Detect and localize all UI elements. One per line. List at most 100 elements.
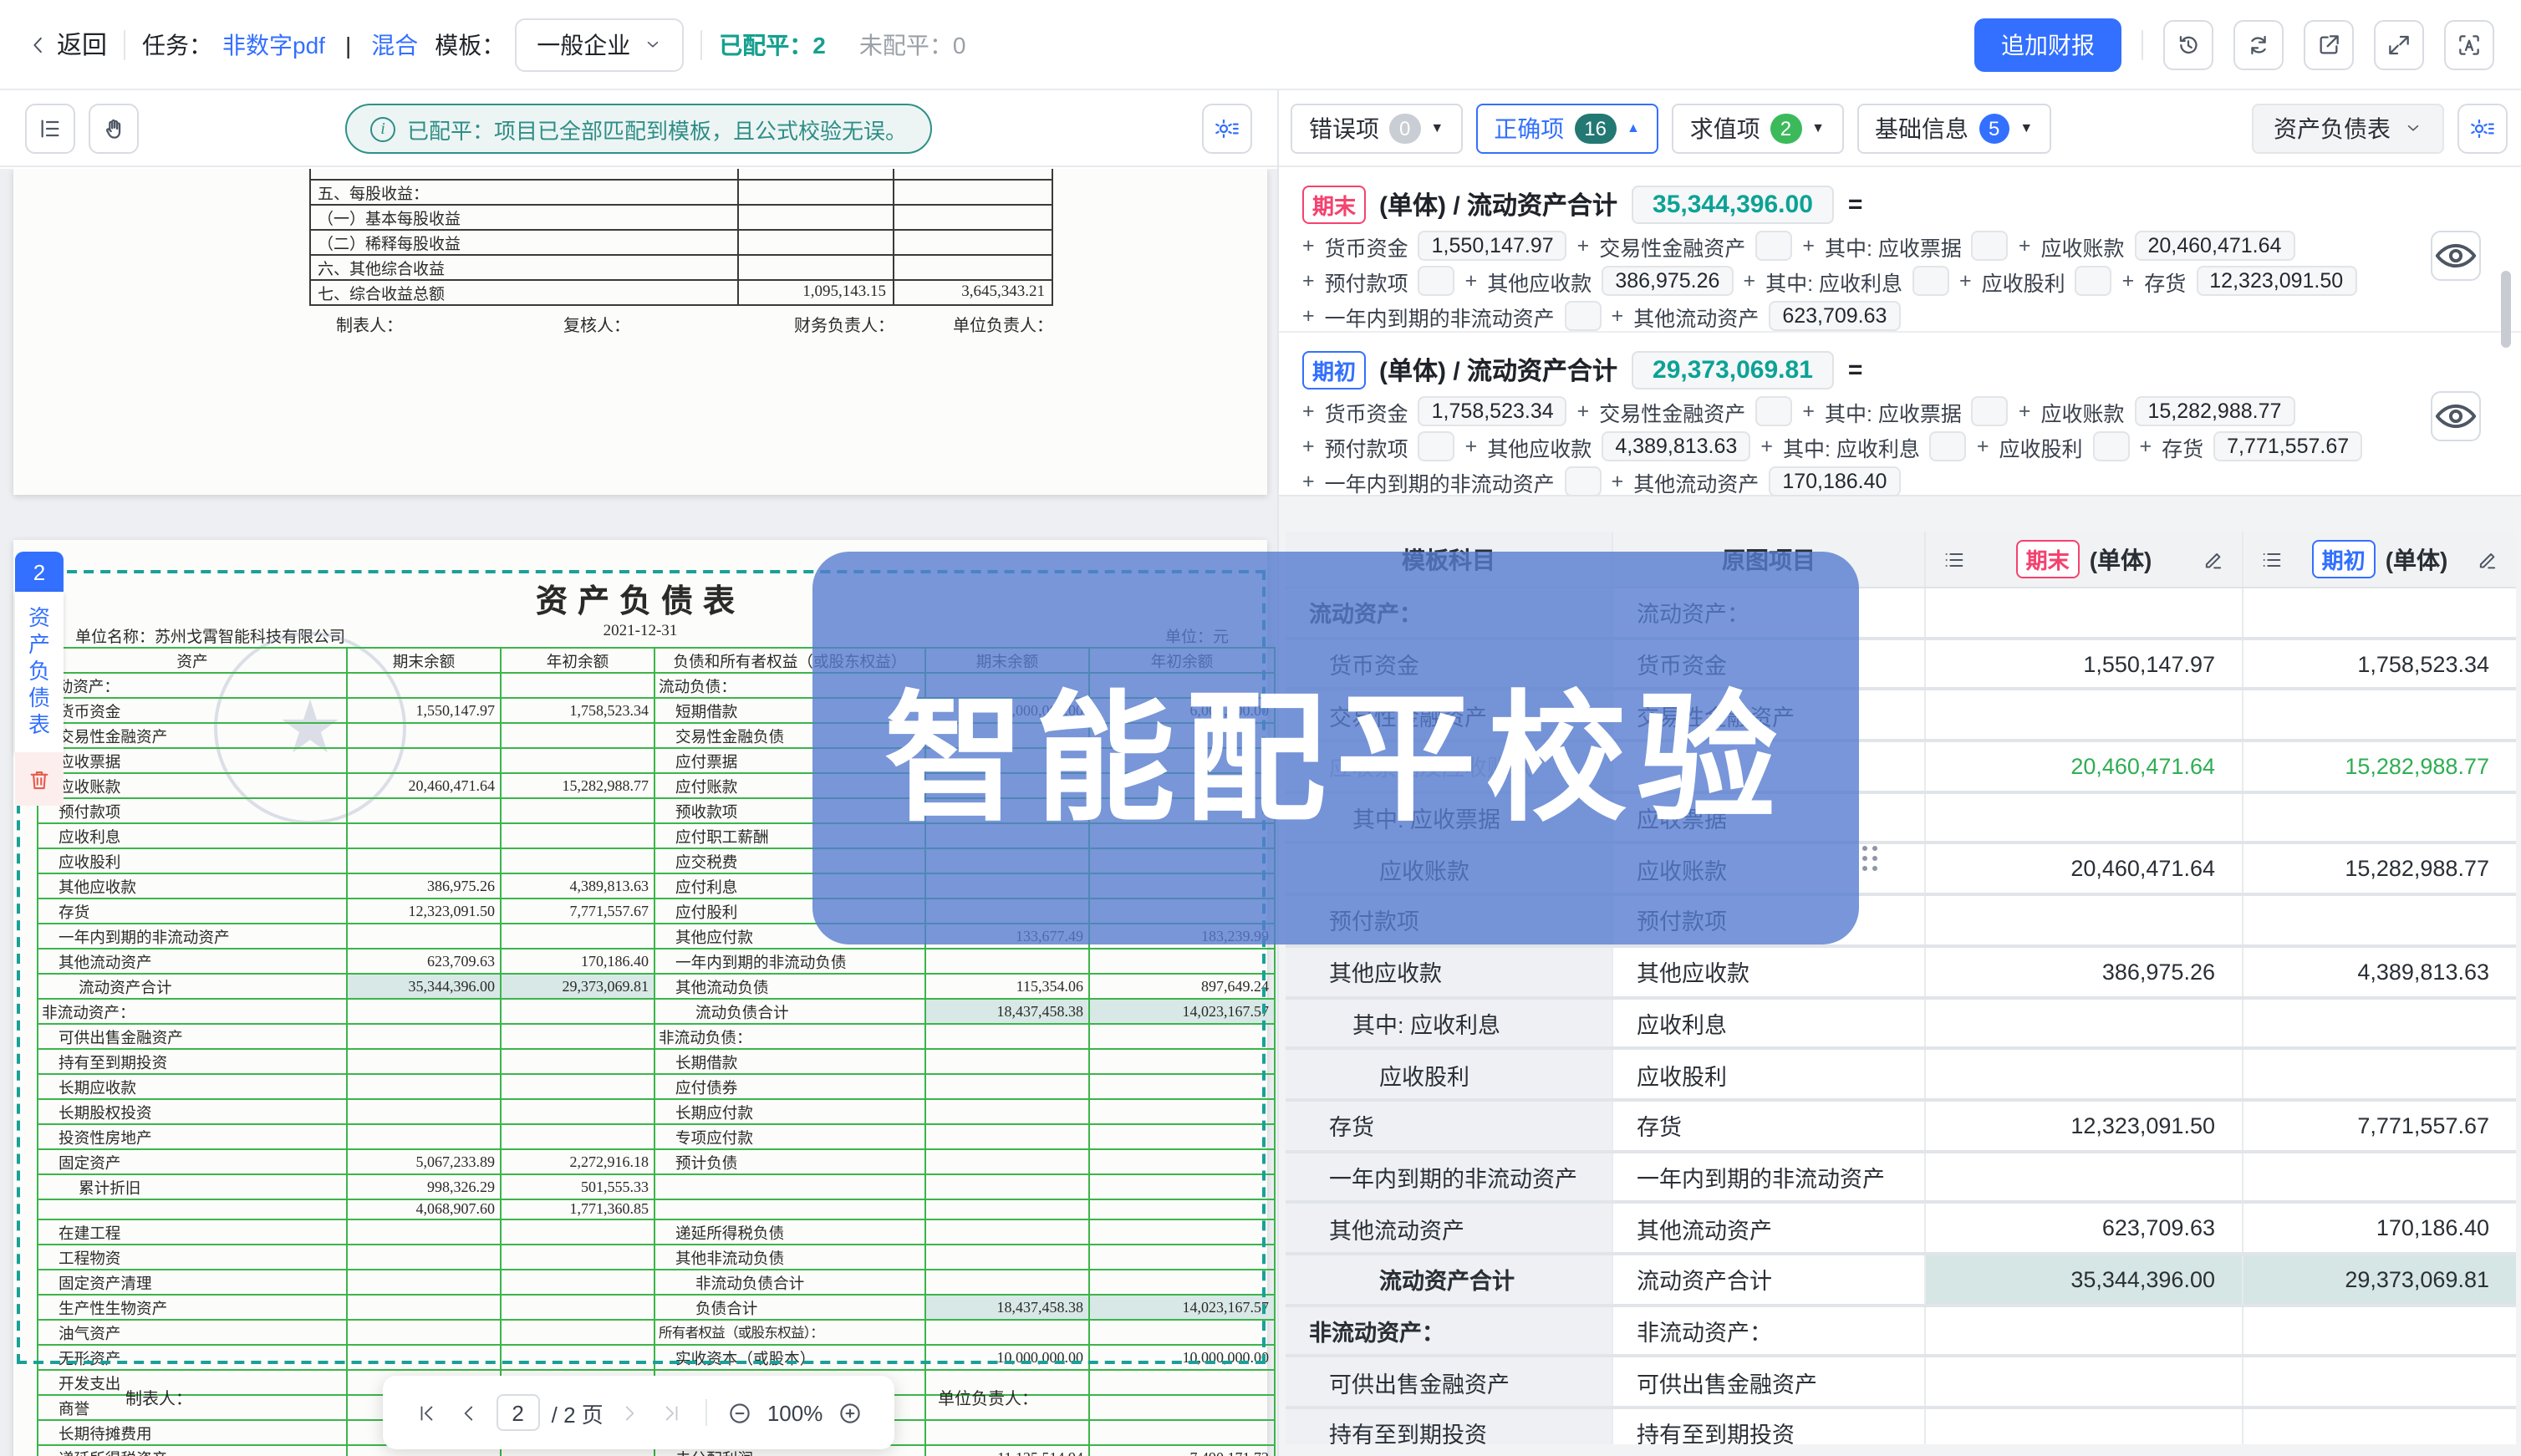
term-value[interactable] <box>1972 396 2009 426</box>
template-select-value: 一般企业 <box>537 28 630 61</box>
term-value[interactable] <box>1565 466 1602 496</box>
formula-total[interactable]: 35,344,396.00 <box>1631 185 1835 223</box>
prev-page-button[interactable] <box>455 1397 485 1428</box>
term-value[interactable] <box>1972 231 2009 261</box>
term-value[interactable]: 15,282,988.77 <box>2135 396 2295 426</box>
task-mode-link[interactable]: 混合 <box>371 28 418 61</box>
mapping-row[interactable]: 持有至到期投资持有至到期投资 <box>1286 1409 2516 1444</box>
page-number-input[interactable]: 2 <box>497 1394 540 1431</box>
zoom-in-button[interactable] <box>834 1397 864 1428</box>
template-select[interactable]: 一般企业 <box>515 18 684 71</box>
term-label: 存货 <box>2162 430 2203 462</box>
term-value[interactable] <box>2093 431 2130 461</box>
term-value[interactable] <box>1418 431 1455 461</box>
template-subject: 存货 <box>1329 1108 1374 1142</box>
mapping-row[interactable]: 非流动资产：非流动资产： <box>1286 1306 2516 1357</box>
mapping-row[interactable]: 应收股利应收股利 <box>1286 1050 2516 1101</box>
period-end-value[interactable]: 35,344,396.00 <box>2070 1267 2215 1292</box>
locate-begin-button[interactable] <box>2431 391 2481 441</box>
mapping-row[interactable]: 可供出售金融资产可供出售金融资产 <box>1286 1358 2516 1409</box>
zoom-out-button[interactable] <box>726 1397 756 1428</box>
plus-sign: + <box>1302 234 1315 257</box>
mapping-row[interactable]: 其他应收款其他应收款386,975.264,389,813.63 <box>1286 948 2516 999</box>
plus-sign: + <box>1302 269 1315 293</box>
period-end-value[interactable]: 1,550,147.97 <box>2083 651 2215 676</box>
term-value[interactable] <box>1565 301 1602 331</box>
mapping-row[interactable]: 一年内到期的非流动资产一年内到期的非流动资产 <box>1286 1153 2516 1204</box>
formula-header: 期末(单体) / 流动资产合计35,344,396.00= <box>1302 181 2447 227</box>
period-begin-value[interactable]: 4,389,813.63 <box>2357 959 2489 984</box>
tab-3[interactable]: 基础信息5▼ <box>1856 103 2051 153</box>
period-end-value[interactable]: 20,460,471.64 <box>2070 754 2215 779</box>
first-page-button[interactable] <box>413 1397 443 1428</box>
formula-section-begin: 期初(单体) / 流动资产合计29,373,069.81=+货币资金1,758,… <box>1279 333 2521 496</box>
add-report-button[interactable]: 追加财报 <box>1974 18 2121 71</box>
formula-settings-button[interactable] <box>2457 103 2508 153</box>
sheet-tab-title[interactable]: 资产负债表 <box>15 592 64 752</box>
doc-row: 固定资产5,067,233.892,272,916.18预计负债 <box>38 1149 1275 1174</box>
term-value[interactable]: 1,550,147.97 <box>1418 231 1567 261</box>
term-value[interactable]: 623,709.63 <box>1769 301 1900 331</box>
edit-icon[interactable] <box>2202 547 2225 571</box>
template-subject: 持有至到期投资 <box>1329 1417 1487 1444</box>
period-begin-value[interactable]: 1,758,523.34 <box>2357 651 2489 676</box>
formula-line: +预付款项+其他应收款386,975.26+其中: 应收利息+应收股利+存货12… <box>1302 264 2447 298</box>
term-value[interactable] <box>1930 431 1967 461</box>
fullscreen-button[interactable] <box>2374 19 2424 69</box>
term-value[interactable] <box>1418 266 1455 296</box>
mapping-row[interactable]: 存货存货12,323,091.507,771,557.67 <box>1286 1102 2516 1153</box>
export-button[interactable] <box>2304 19 2354 69</box>
edit-icon[interactable] <box>2476 547 2499 571</box>
term-value[interactable] <box>1912 266 1949 296</box>
period-begin-value[interactable]: 7,771,557.67 <box>2357 1112 2489 1138</box>
term-value[interactable] <box>1755 231 1792 261</box>
tab-0[interactable]: 错误项0▼ <box>1291 103 1462 153</box>
period-begin-value[interactable]: 15,282,988.77 <box>2345 857 2489 882</box>
list-icon[interactable] <box>1943 547 1966 571</box>
term-value[interactable] <box>1755 396 1792 426</box>
mapping-row[interactable]: 其他流动资产其他流动资产623,709.63170,186.40 <box>1286 1204 2516 1255</box>
term-label: 应收股利 <box>1982 265 2065 297</box>
mapping-row[interactable]: 其中: 应收利息应收利息 <box>1286 999 2516 1050</box>
term-value[interactable]: 7,771,557.67 <box>2213 431 2362 461</box>
period-begin-value[interactable]: 170,186.40 <box>2376 1215 2489 1240</box>
term-value[interactable]: 1,758,523.34 <box>1418 396 1567 426</box>
caret-down-icon: ▼ <box>2019 120 2033 135</box>
export-icon <box>2315 31 2342 58</box>
period-begin-value[interactable]: 29,373,069.81 <box>2345 1267 2489 1292</box>
back-button[interactable]: 返回 <box>27 27 107 62</box>
term-value[interactable]: 170,186.40 <box>1769 466 1900 496</box>
sheet-delete-button[interactable] <box>15 752 64 806</box>
history-button[interactable] <box>2163 19 2213 69</box>
locate-end-button[interactable] <box>2431 231 2481 281</box>
doc-settings-button[interactable] <box>1202 103 1252 153</box>
period-end-value[interactable]: 386,975.26 <box>2102 959 2215 984</box>
pan-tool-button[interactable] <box>89 103 139 153</box>
sheet-tab[interactable]: 2 资产负债表 <box>15 552 64 806</box>
outline-tool-button[interactable] <box>25 103 75 153</box>
scrollbar-thumb[interactable] <box>2501 271 2511 348</box>
term-label: 货币资金 <box>1325 230 1408 262</box>
sheet-view-select[interactable]: 资产负债表 <box>2252 103 2444 153</box>
task-type-link[interactable]: 非数字pdf <box>222 28 325 61</box>
term-value[interactable]: 20,460,471.64 <box>2135 231 2295 261</box>
term-value[interactable]: 12,323,091.50 <box>2196 266 2356 296</box>
tab-2[interactable]: 求值项2▼ <box>1672 103 1843 153</box>
period-begin-value[interactable]: 15,282,988.77 <box>2345 754 2489 779</box>
period-end-value[interactable]: 20,460,471.64 <box>2070 857 2215 882</box>
formula-total[interactable]: 29,373,069.81 <box>1631 350 1835 389</box>
list-icon[interactable] <box>2260 547 2284 571</box>
ocr-button[interactable] <box>2444 19 2494 69</box>
period-end-value[interactable]: 623,709.63 <box>2102 1215 2215 1240</box>
mapping-row[interactable]: 流动资产合计流动资产合计35,344,396.0029,373,069.81 <box>1286 1255 2516 1306</box>
last-page-button[interactable] <box>657 1397 687 1428</box>
period-end-value[interactable]: 12,323,091.50 <box>2070 1112 2215 1138</box>
term-value[interactable]: 386,975.26 <box>1602 266 1733 296</box>
next-page-button[interactable] <box>615 1397 645 1428</box>
tab-label: 求值项 <box>1690 111 1760 145</box>
term-value[interactable]: 4,389,813.63 <box>1602 431 1750 461</box>
overlay-drag-handle[interactable] <box>1862 846 1877 886</box>
term-value[interactable] <box>2075 266 2112 296</box>
refresh-button[interactable] <box>2233 19 2284 69</box>
tab-1[interactable]: 正确项16▲ <box>1475 103 1658 153</box>
